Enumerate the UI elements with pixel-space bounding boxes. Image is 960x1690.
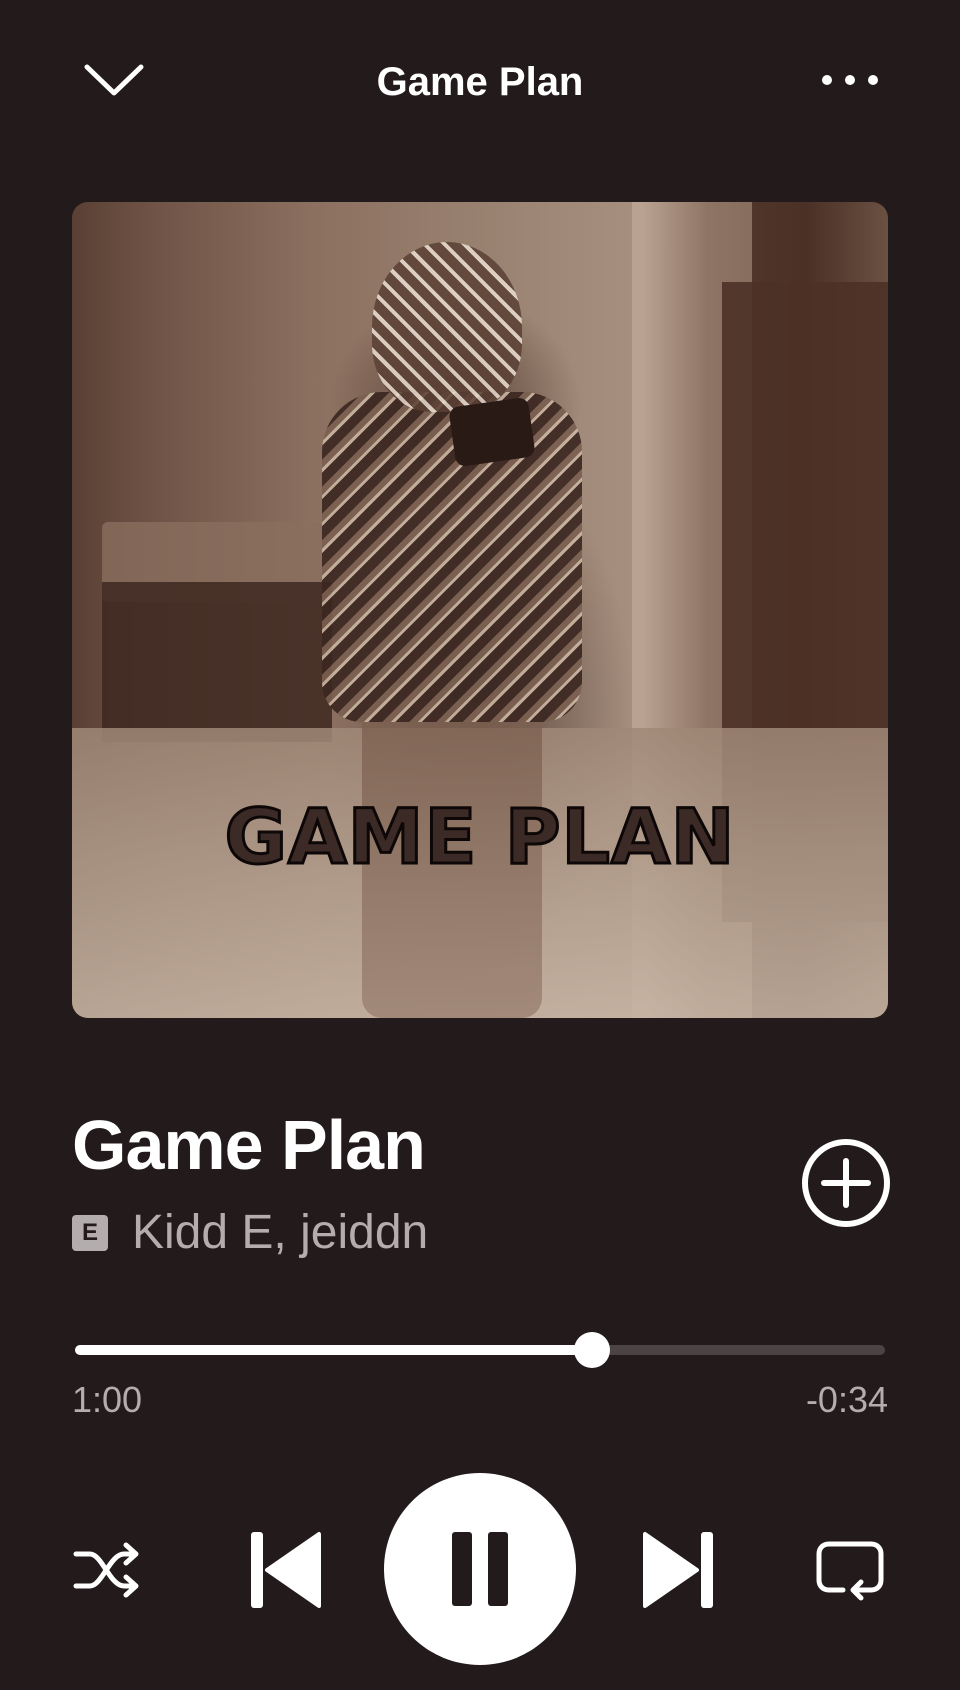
more-options-button[interactable] <box>810 50 890 110</box>
header-title: Game Plan <box>376 60 584 104</box>
chevron-down-icon <box>84 64 144 96</box>
time-elapsed: 1:00 <box>72 1379 143 1420</box>
album-art: GAME PLAN <box>72 202 888 1018</box>
repeat-icon <box>816 1541 884 1601</box>
add-to-library-button[interactable] <box>800 1137 892 1229</box>
shuffle-icon <box>73 1542 139 1598</box>
previous-track-button[interactable] <box>240 1525 330 1615</box>
time-remaining: -0:34 <box>805 1379 888 1420</box>
track-title: Game Plan <box>72 1106 426 1184</box>
album-art-counter <box>102 582 332 742</box>
figure-head <box>372 242 522 412</box>
play-pause-button[interactable] <box>384 1473 576 1665</box>
progress-fill <box>75 1345 592 1355</box>
shuffle-button[interactable] <box>68 1530 148 1610</box>
skip-previous-icon <box>251 1532 321 1608</box>
add-circle-icon <box>802 1139 890 1227</box>
progress-bar[interactable] <box>75 1332 885 1368</box>
skip-next-icon <box>643 1532 713 1608</box>
explicit-badge: E <box>72 1215 108 1251</box>
progress-knob[interactable] <box>573 1332 610 1368</box>
figure-phone <box>448 396 536 468</box>
pause-icon <box>452 1532 508 1606</box>
next-track-button[interactable] <box>634 1525 724 1615</box>
album-art-figure <box>322 242 582 1018</box>
album-art-lettering: GAME PLAN <box>223 791 736 883</box>
repeat-button[interactable] <box>810 1530 890 1610</box>
collapse-button[interactable] <box>72 50 156 112</box>
artist-names[interactable]: Kidd E, jeiddn <box>132 1205 692 1261</box>
more-options-icon <box>822 75 878 85</box>
